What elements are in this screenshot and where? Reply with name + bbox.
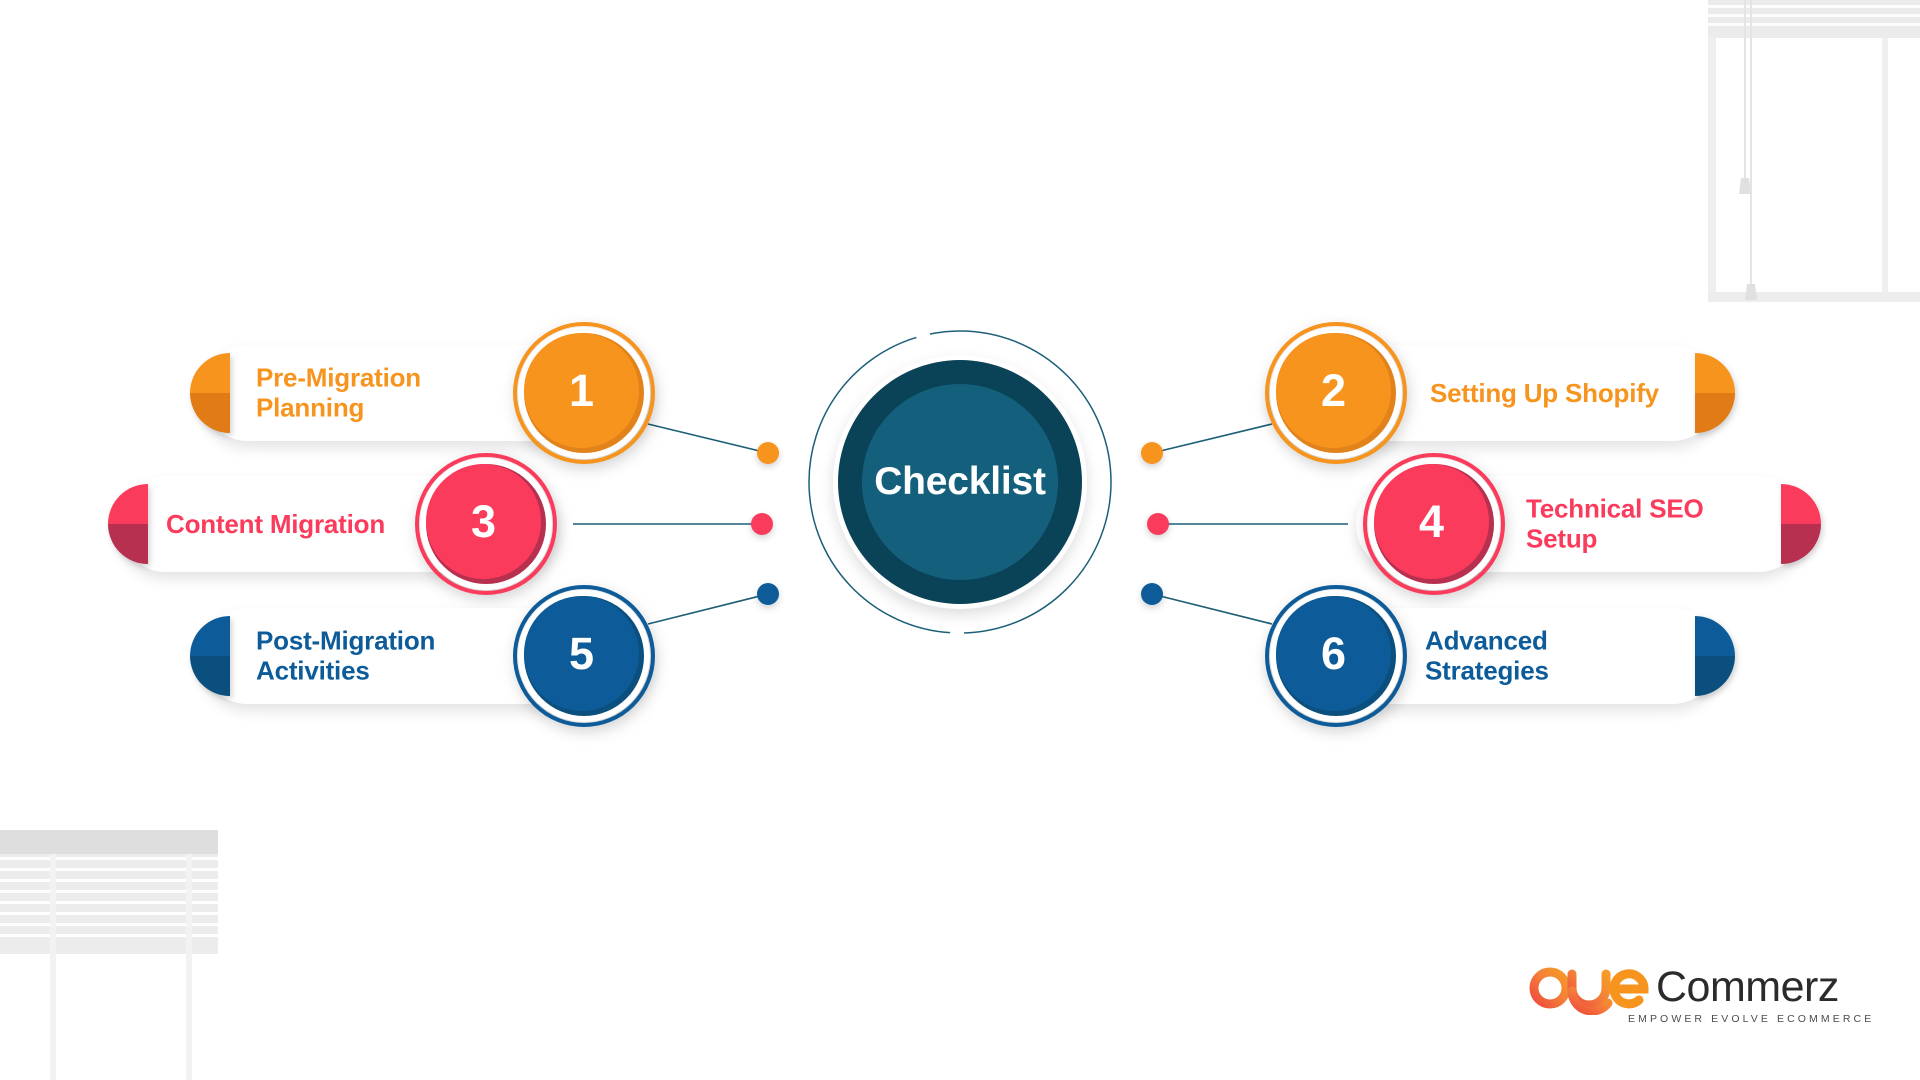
node-dot-2[interactable] [1141,442,1163,464]
logo-wordmark: Commerz [1656,963,1839,1011]
row-6-label: Advanced Strategies [1425,625,1549,686]
row-3-number: 3 [470,496,497,547]
row-2-number-circle[interactable]: 2 [1265,322,1407,464]
row-1-number-circle[interactable]: 1 [513,322,655,464]
row-1-cap-icon [190,353,230,433]
row-3-number-circle[interactable]: 3 [415,453,557,595]
hub-title: Checklist [874,460,1046,503]
row-4-number-circle[interactable]: 4 [1363,453,1505,595]
node-dot-3[interactable] [751,513,773,535]
row-3-cap-icon [108,484,148,564]
brand-logo[interactable]: Commerz EMPOWER EVOLVE ECOMMERCE [1528,963,1871,1035]
row-5-label: Post-Migration Activities [256,625,436,686]
row-2-label: Setting Up Shopify [1430,377,1659,408]
row-4-cap-icon [1781,484,1821,564]
infographic-canvas: Pre-Migration Planning 1 Content Migrati… [0,0,1920,1080]
row-5-number-circle[interactable]: 5 [513,585,655,727]
row-6-number: 6 [1320,628,1347,679]
row-4-label: Technical SEO Setup [1526,493,1704,554]
row-5-number: 5 [568,628,595,679]
hub-center[interactable]: Checklist [862,384,1058,580]
oyecommerz-logomark: Commerz [1529,963,1839,1016]
row-1-number: 1 [568,365,595,416]
node-dot-6[interactable] [1141,583,1163,605]
row-5-circle-fill: 5 [524,596,639,711]
logo-tagline: EMPOWER EVOLVE ECOMMERCE [1628,1013,1875,1025]
row-2-number: 2 [1320,365,1347,416]
row-1-label: Pre-Migration Planning [256,362,421,423]
row-6-cap-icon [1695,616,1735,696]
node-dot-5[interactable] [757,583,779,605]
row-3-circle-fill: 3 [426,464,541,579]
row-2-circle-fill: 2 [1276,333,1391,448]
node-dot-1[interactable] [757,442,779,464]
row-6-number-circle[interactable]: 6 [1265,585,1407,727]
row-1-circle-fill: 1 [524,333,639,448]
row-4-number: 4 [1418,496,1445,547]
row-6-circle-fill: 6 [1276,596,1391,711]
row-5-cap-icon [190,616,230,696]
node-dot-4[interactable] [1147,513,1169,535]
row-4-circle-fill: 4 [1374,464,1489,579]
